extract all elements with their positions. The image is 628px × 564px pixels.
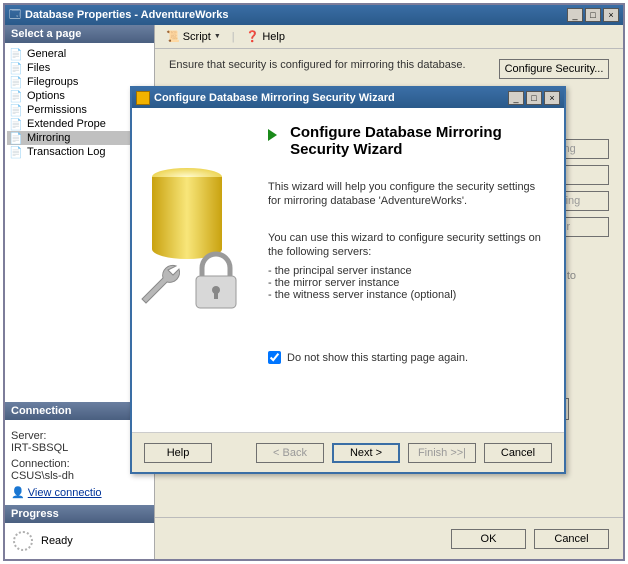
- page-icon: 📄: [9, 132, 23, 144]
- page-general[interactable]: 📄 General: [7, 47, 152, 61]
- dialog-footer: OK Cancel: [155, 517, 623, 559]
- user-icon: 👤: [11, 487, 25, 499]
- titlebar[interactable]: 🗔 Database Properties - AdventureWorks _…: [5, 5, 623, 25]
- select-page-header: Select a page: [5, 25, 154, 43]
- wizard-cancel-button[interactable]: Cancel: [484, 443, 552, 463]
- spinner-icon: [13, 531, 33, 551]
- page-label: Options: [27, 90, 65, 102]
- page-files[interactable]: 📄 Files: [7, 61, 152, 75]
- skip-page-checkbox[interactable]: [268, 351, 281, 364]
- progress-panel: Progress Ready: [5, 505, 154, 559]
- script-icon: 📜: [166, 30, 180, 43]
- skip-page-checkbox-row[interactable]: Do not show this starting page again.: [268, 351, 546, 364]
- page-label: Filegroups: [27, 76, 78, 88]
- script-button[interactable]: 📜 Script ▼: [159, 27, 228, 46]
- ok-button[interactable]: OK: [451, 529, 526, 549]
- wizard-server-list: - the principal server instance - the mi…: [268, 265, 546, 301]
- script-label: Script: [183, 31, 211, 43]
- wizard-servers-text: You can use this wizard to configure sec…: [268, 231, 546, 260]
- page-icon: 📄: [9, 48, 23, 60]
- wizard-body: Configure Database Mirroring Security Wi…: [262, 108, 564, 432]
- wizard-close-button[interactable]: ×: [544, 91, 560, 105]
- connection-value: CSUS\sls-dh: [11, 470, 148, 482]
- wizard-title: Configure Database Mirroring Security Wi…: [154, 92, 506, 104]
- progress-status: Ready: [41, 535, 73, 547]
- skip-page-label: Do not show this starting page again.: [287, 352, 468, 364]
- chevron-down-icon: ▼: [214, 33, 221, 40]
- page-icon: 📄: [9, 104, 23, 116]
- page-icon: 📄: [9, 90, 23, 102]
- page-icon: 📄: [9, 146, 23, 158]
- minimize-button[interactable]: _: [567, 8, 583, 22]
- wizard-help-button[interactable]: Help: [144, 443, 212, 463]
- wizard-intro-text: This wizard will help you configure the …: [268, 180, 546, 209]
- window-title: Database Properties - AdventureWorks: [25, 9, 565, 21]
- help-button[interactable]: ❓ Help: [239, 27, 292, 46]
- list-item: - the principal server instance: [268, 265, 546, 277]
- maximize-button[interactable]: □: [585, 8, 601, 22]
- wizard-finish-button[interactable]: Finish >>|: [408, 443, 476, 463]
- wizard-minimize-button[interactable]: _: [508, 91, 524, 105]
- app-icon: 🗔: [9, 6, 21, 25]
- wizard-maximize-button[interactable]: □: [526, 91, 542, 105]
- page-label: Mirroring: [27, 132, 70, 144]
- list-item: - the witness server instance (optional): [268, 289, 546, 301]
- cancel-button[interactable]: Cancel: [534, 529, 609, 549]
- wizard-illustration: [132, 108, 262, 432]
- wizard-heading: Configure Database Mirroring Security Wi…: [290, 124, 530, 158]
- page-icon: 📄: [9, 62, 23, 74]
- view-connection-link[interactable]: View connectio: [28, 487, 102, 499]
- page-label: Extended Prope: [27, 118, 106, 130]
- close-button[interactable]: ×: [603, 8, 619, 22]
- wizard-next-button[interactable]: Next >: [332, 443, 400, 463]
- page-icon: 📄: [9, 118, 23, 130]
- ensure-text: Ensure that security is configured for m…: [169, 59, 479, 71]
- mirroring-security-wizard: Configure Database Mirroring Security Wi…: [130, 86, 566, 474]
- page-label: Permissions: [27, 104, 87, 116]
- padlock-icon: [188, 250, 244, 314]
- server-value: IRT-SBSQL: [11, 442, 148, 454]
- help-icon: ❓: [246, 30, 260, 43]
- wizard-footer: Help < Back Next > Finish >>| Cancel: [132, 432, 564, 472]
- connection-label: Connection:: [11, 458, 148, 470]
- wrench-icon: [136, 258, 186, 308]
- server-label: Server:: [11, 430, 148, 442]
- toolbar: 📜 Script ▼ | ❓ Help: [155, 25, 623, 49]
- sql-server-icon: [136, 91, 150, 105]
- wizard-titlebar[interactable]: Configure Database Mirroring Security Wi…: [132, 88, 564, 108]
- page-icon: 📄: [9, 76, 23, 88]
- page-label: General: [27, 48, 66, 60]
- page-label: Transaction Log: [27, 146, 105, 158]
- progress-header: Progress: [5, 505, 154, 523]
- page-label: Files: [27, 62, 50, 74]
- help-label: Help: [262, 31, 285, 43]
- play-icon: [268, 129, 277, 141]
- list-item: - the mirror server instance: [268, 277, 546, 289]
- wizard-back-button[interactable]: < Back: [256, 443, 324, 463]
- configure-security-button[interactable]: Configure Security...: [499, 59, 609, 79]
